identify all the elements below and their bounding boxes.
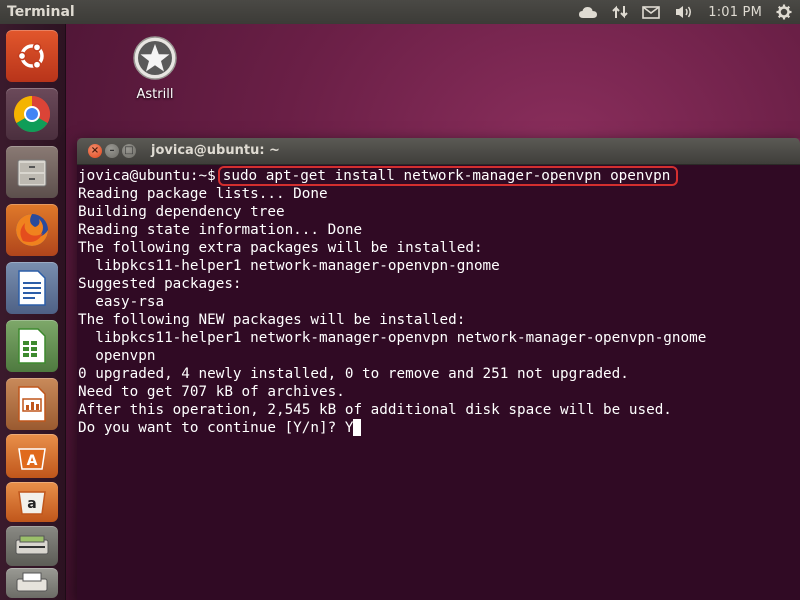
output-line: After this operation, 2,545 kB of additi… [78, 402, 672, 418]
ubuntu-dash-icon[interactable] [6, 30, 58, 82]
output-line: openvpn [78, 348, 156, 364]
output-line: Building dependency tree [78, 204, 285, 220]
impress-icon[interactable] [6, 378, 58, 430]
window-titlebar[interactable]: × – □ jovica@ubuntu: ~ [77, 138, 800, 165]
confirm-prompt: Do you want to continue [Y/n]? Y [78, 420, 354, 436]
output-line: The following extra packages will be ins… [78, 240, 483, 256]
amazon-icon[interactable]: a [6, 482, 58, 522]
output-line: libpkcs11-helper1 network-manager-openvp… [78, 330, 707, 346]
printer-icon[interactable] [6, 568, 58, 598]
active-app-title: Terminal [7, 4, 75, 20]
output-line: libpkcs11-helper1 network-manager-openvp… [78, 258, 500, 274]
volume-icon[interactable] [674, 0, 694, 24]
terminal-window: × – □ jovica@ubuntu: ~ jovica@ubuntu:~$ s… [77, 138, 800, 600]
top-panel: Terminal 1:01 PM [0, 0, 800, 24]
network-icon[interactable] [612, 0, 628, 24]
minimize-icon[interactable]: – [105, 144, 119, 158]
clock[interactable]: 1:01 PM [708, 0, 762, 24]
gear-icon[interactable] [776, 0, 792, 24]
window-title: jovica@ubuntu: ~ [151, 143, 280, 158]
output-line: 0 upgraded, 4 newly installed, 0 to remo… [78, 366, 629, 382]
chrome-icon[interactable] [6, 88, 58, 140]
highlighted-command: sudo apt-get install network-manager-ope… [217, 166, 679, 186]
shell-prompt: jovica@ubuntu:~$ [78, 168, 216, 184]
text-cursor [353, 419, 362, 436]
firefox-icon[interactable] [6, 204, 58, 256]
files-icon[interactable] [6, 146, 58, 198]
writer-icon[interactable] [6, 262, 58, 314]
calc-icon[interactable] [6, 320, 58, 372]
command-line: jovica@ubuntu:~$ sudo apt-get install net… [78, 166, 800, 186]
output-line: easy-rsa [78, 294, 165, 310]
astrill-star-icon [133, 36, 177, 80]
output-line: The following NEW packages will be insta… [78, 312, 466, 328]
scanner-icon[interactable] [6, 526, 58, 566]
svg-text:A: A [27, 453, 38, 469]
cloud-icon[interactable] [578, 0, 598, 24]
software-center-icon[interactable]: A [6, 434, 58, 478]
indicator-area: 1:01 PM [578, 0, 792, 24]
output-line: Reading package lists... Done [78, 186, 328, 202]
maximize-icon[interactable]: □ [122, 144, 136, 158]
desktop-icon-astrill[interactable]: Astrill [128, 35, 182, 102]
output-line: Need to get 707 kB of archives. [78, 384, 345, 400]
mail-icon[interactable] [642, 0, 661, 24]
input-line[interactable]: Do you want to continue [Y/n]? Y [78, 419, 800, 437]
close-icon[interactable]: × [88, 144, 102, 158]
desktop-icon-label: Astrill [136, 87, 174, 102]
output-line: Reading state information... Done [78, 222, 363, 238]
terminal-output[interactable]: jovica@ubuntu:~$ sudo apt-get install net… [77, 165, 800, 600]
launcher: A a [0, 24, 66, 600]
svg-text:a: a [27, 496, 36, 512]
output-line: Suggested packages: [78, 276, 242, 292]
